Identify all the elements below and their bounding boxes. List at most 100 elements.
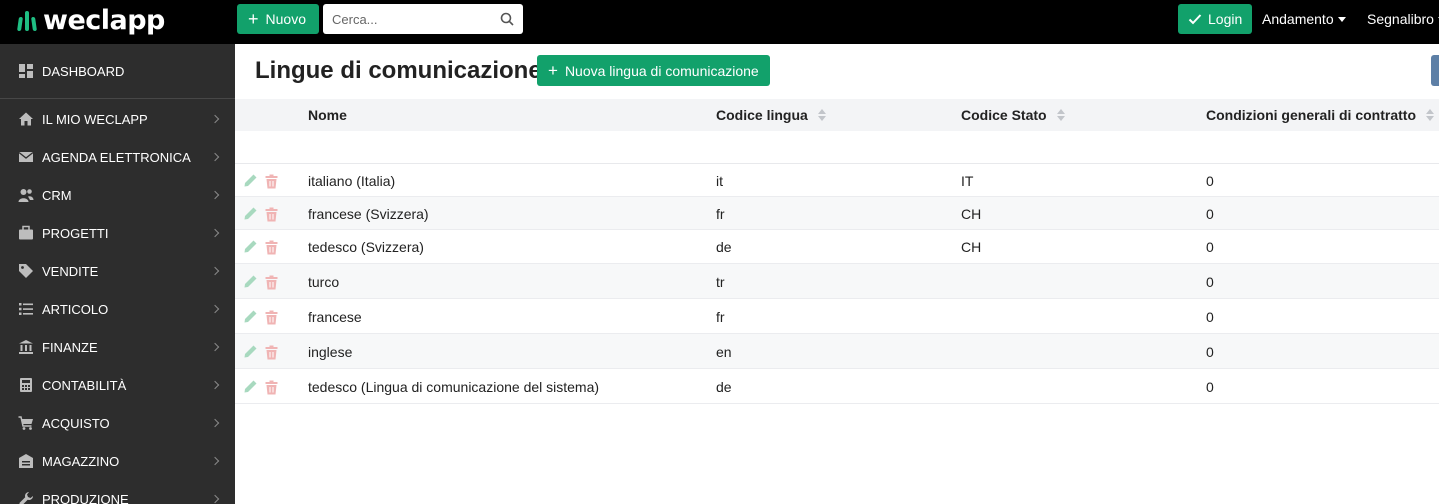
delete-trash-icon[interactable] [264, 275, 279, 290]
edit-pencil-icon[interactable] [243, 344, 258, 359]
sidebar-item-agenda-elettronica[interactable]: AGENDA ELETTRONICA [0, 138, 235, 176]
segnalibro-label: Segnalibro [1367, 11, 1434, 27]
cell-condizioni: 0 [1206, 239, 1214, 255]
sidebar-divider [0, 98, 235, 99]
sidebar-item-label: AGENDA ELETTRONICA [42, 149, 191, 165]
cart-icon [18, 416, 33, 430]
logo-text: weclapp [43, 4, 165, 36]
cell-codice-stato: CH [961, 239, 982, 255]
edit-pencil-icon[interactable] [243, 173, 258, 188]
delete-trash-icon[interactable] [264, 207, 279, 222]
cell-condizioni: 0 [1206, 379, 1214, 395]
edit-pencil-icon[interactable] [243, 379, 258, 394]
calculator-icon [20, 378, 32, 392]
cell-condizioni: 0 [1206, 344, 1214, 360]
plus-icon: + [248, 9, 259, 29]
tag-icon [19, 264, 33, 278]
sidebar-item-magazzino[interactable]: MAGAZZINO [0, 442, 235, 480]
table-row[interactable]: tedesco (Svizzera) de CH 0 [235, 230, 1439, 264]
sidebar-item-finanze[interactable]: FINANZE [0, 328, 235, 366]
delete-trash-icon[interactable] [264, 380, 279, 395]
options-button[interactable] [1431, 55, 1439, 86]
new-button[interactable]: + Nuovo [237, 4, 319, 34]
sidebar-item-dashboard[interactable]: DASHBOARD [0, 52, 235, 90]
sidebar-item-progetti[interactable]: PROGETTI [0, 214, 235, 252]
top-bar: weclapp + Nuovo Login Andamento Segnalib… [0, 0, 1439, 44]
wrench-icon [19, 491, 34, 504]
login-button[interactable]: Login [1178, 4, 1252, 34]
users-icon [18, 189, 34, 202]
cell-nome: turco [308, 274, 340, 290]
column-header-nome[interactable]: Nome [308, 107, 347, 123]
delete-trash-icon[interactable] [264, 240, 279, 255]
cell-codice-lingua: de [716, 379, 732, 395]
weclapp-logo-mark-icon [17, 9, 37, 31]
table-row[interactable]: turco tr 0 [235, 264, 1439, 299]
search-input[interactable] [323, 4, 493, 34]
sidebar-item-articolo[interactable]: ARTICOLO [0, 290, 235, 328]
sidebar-item-crm[interactable]: CRM [0, 176, 235, 214]
cell-nome: tedesco (Svizzera) [308, 239, 424, 255]
sidebar-item-vendite[interactable]: VENDITE [0, 252, 235, 290]
chevron-right-icon [210, 152, 220, 162]
sidebar-item-label: ARTICOLO [42, 301, 109, 317]
table-row[interactable]: tedesco (Lingua di comunicazione del sis… [235, 369, 1439, 404]
chevron-right-icon [210, 494, 220, 504]
cell-condizioni: 0 [1206, 206, 1214, 222]
sidebar-item-contabilita[interactable]: CONTABILITÀ [0, 366, 235, 404]
cell-condizioni: 0 [1206, 173, 1214, 189]
sidebar-item-label: CRM [42, 187, 72, 203]
delete-trash-icon[interactable] [264, 310, 279, 325]
dashboard-icon [19, 64, 33, 78]
cell-codice-stato: CH [961, 206, 982, 222]
chevron-right-icon [210, 418, 220, 428]
sort-icon [1056, 109, 1065, 121]
table-row[interactable]: francese fr 0 [235, 299, 1439, 334]
table-row[interactable]: inglese en 0 [235, 334, 1439, 369]
cell-codice-lingua: fr [716, 206, 725, 222]
chevron-right-icon [210, 342, 220, 352]
sidebar-item-acquisto[interactable]: ACQUISTO [0, 404, 235, 442]
cell-codice-lingua: de [716, 239, 732, 255]
chevron-down-icon [1337, 16, 1346, 22]
weclapp-logo[interactable]: weclapp [17, 4, 165, 36]
new-language-label: Nuova lingua di comunicazione [564, 62, 759, 79]
sidebar-item-label: PRODUZIONE [42, 491, 129, 504]
edit-pencil-icon[interactable] [243, 239, 258, 254]
edit-pencil-icon[interactable] [243, 274, 258, 289]
sidebar-item-label: ACQUISTO [42, 415, 110, 431]
search-icon[interactable] [500, 12, 514, 26]
new-button-label: Nuovo [265, 11, 306, 27]
andamento-menu[interactable]: Andamento [1262, 11, 1346, 27]
cell-nome: francese (Svizzera) [308, 206, 429, 222]
sidebar-item-label: CONTABILITÀ [42, 377, 127, 393]
sidebar: DASHBOARD IL MIO WECLAPP AGENDA ELETTRON… [0, 44, 235, 504]
column-header-condizioni[interactable]: Condizioni generali di contratto [1206, 107, 1434, 123]
envelope-icon [18, 151, 34, 162]
new-language-button[interactable]: + Nuova lingua di comunicazione [537, 55, 770, 86]
check-icon [1188, 14, 1202, 25]
cell-nome: tedesco (Lingua di comunicazione del sis… [308, 379, 600, 395]
briefcase-icon [19, 225, 33, 240]
cell-condizioni: 0 [1206, 274, 1214, 290]
cell-nome: inglese [308, 344, 353, 360]
sidebar-item-label: DASHBOARD [42, 63, 125, 79]
cell-nome: italiano (Italia) [308, 173, 396, 189]
bank-icon [19, 340, 33, 354]
filter-row[interactable] [235, 131, 1439, 164]
sidebar-item-produzione[interactable]: PRODUZIONE [0, 480, 235, 504]
delete-trash-icon[interactable] [264, 174, 279, 189]
warehouse-icon [19, 454, 33, 468]
search-box [323, 4, 523, 34]
table-row[interactable]: francese (Svizzera) fr CH 0 [235, 197, 1439, 230]
segnalibro-menu[interactable]: Segnalibro [1367, 11, 1439, 27]
sidebar-item-il-mio-weclapp[interactable]: IL MIO WECLAPP [0, 100, 235, 138]
edit-pencil-icon[interactable] [243, 309, 258, 324]
edit-pencil-icon[interactable] [243, 206, 258, 221]
chevron-right-icon [210, 304, 220, 314]
chevron-right-icon [210, 190, 220, 200]
column-header-codice-stato[interactable]: Codice Stato [961, 107, 1065, 123]
column-header-codice-lingua[interactable]: Codice lingua [716, 107, 826, 123]
table-row[interactable]: italiano (Italia) it IT 0 [235, 164, 1439, 197]
delete-trash-icon[interactable] [264, 345, 279, 360]
